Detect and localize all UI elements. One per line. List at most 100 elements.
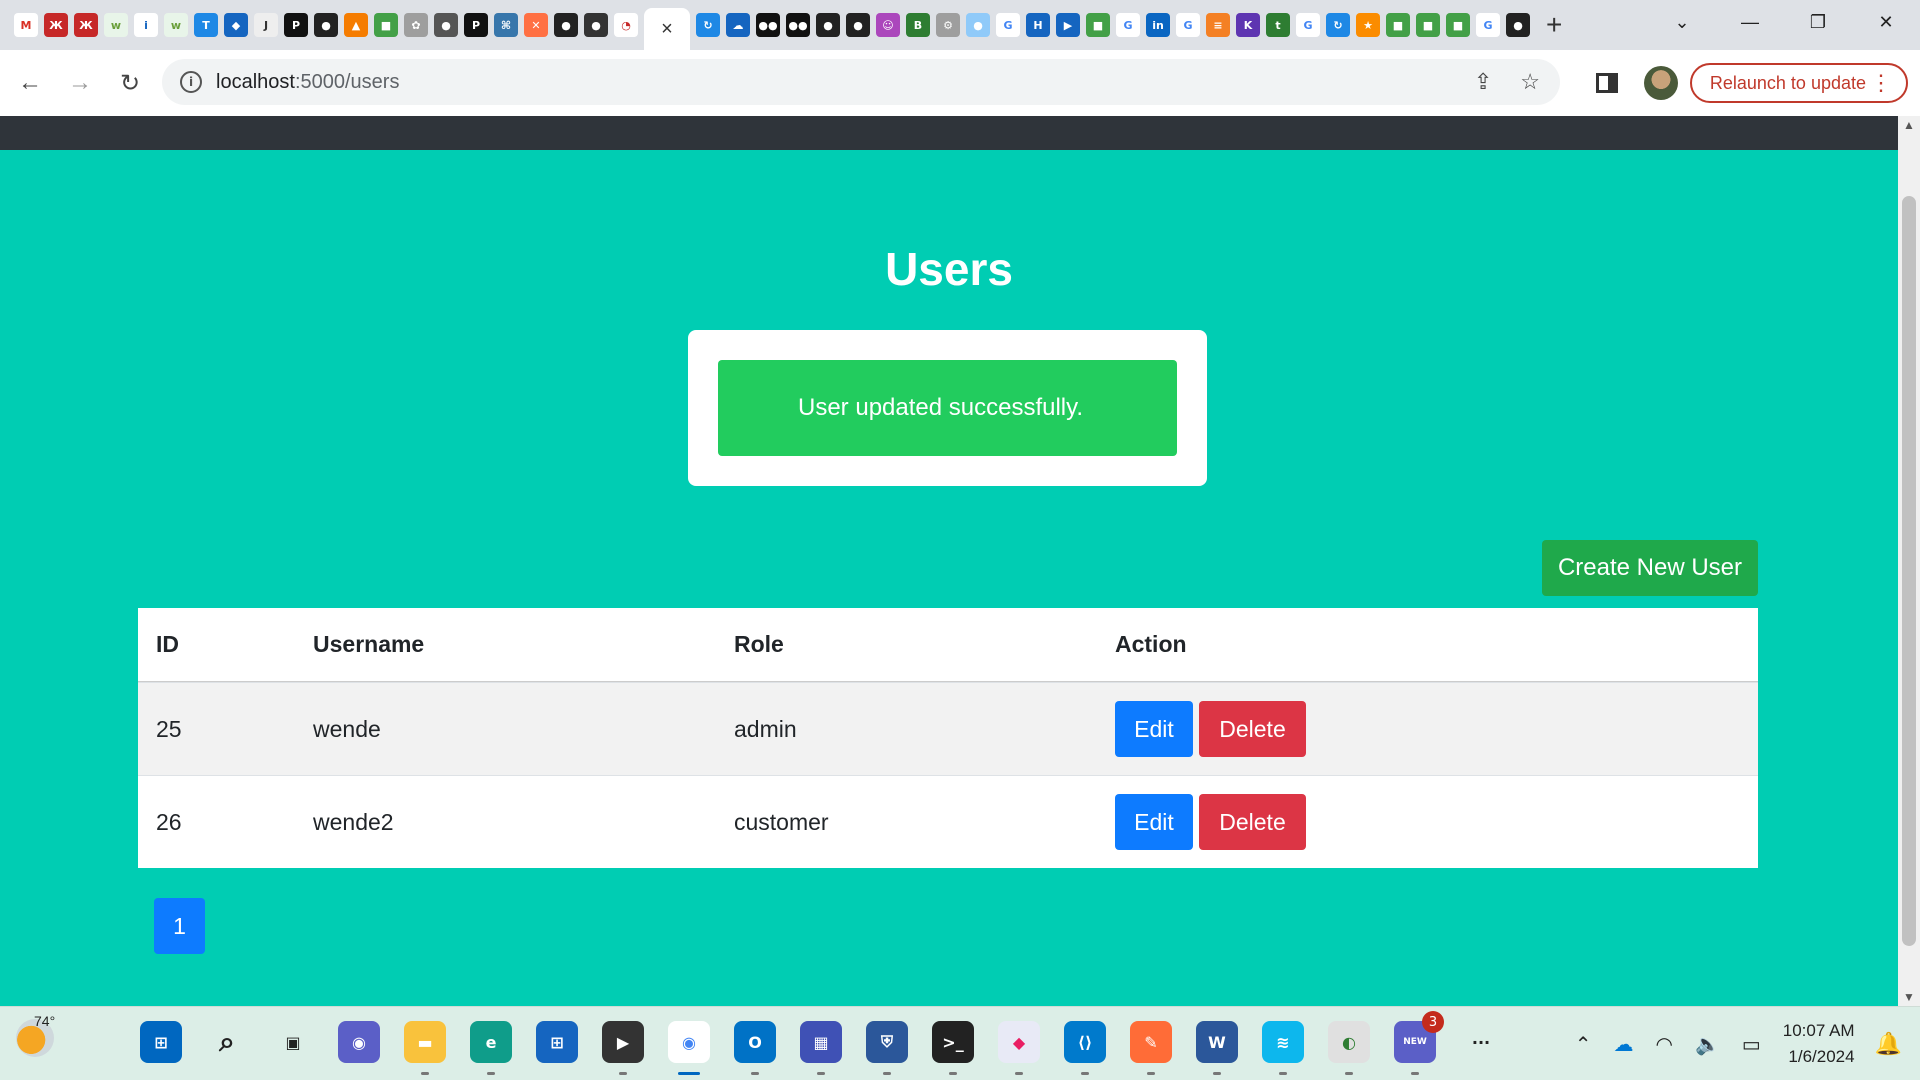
- sheets-icon[interactable]: ■: [1386, 13, 1410, 37]
- file-explorer-icon[interactable]: ▬: [404, 1021, 446, 1075]
- share-icon[interactable]: ⇪: [1474, 69, 1492, 95]
- chat-icon[interactable]: ◉: [338, 1021, 380, 1063]
- medium-icon[interactable]: ●●: [786, 13, 810, 37]
- location-icon[interactable]: ●: [966, 13, 990, 37]
- restore-icon[interactable]: ❐: [1784, 12, 1852, 33]
- tab-favicon-icon[interactable]: K: [1236, 13, 1260, 37]
- terminal-app-icon[interactable]: ▶: [602, 1021, 644, 1075]
- tab-favicon-icon[interactable]: ●: [434, 13, 458, 37]
- tab-favicon-icon[interactable]: ●: [584, 13, 608, 37]
- volume-icon[interactable]: 🔈: [1695, 1032, 1720, 1057]
- compass-icon[interactable]: ◐: [1328, 1021, 1370, 1075]
- page-scrollbar[interactable]: ▲ ▼: [1898, 116, 1920, 1006]
- tab-favicon-icon[interactable]: ✕: [524, 13, 548, 37]
- postman-icon[interactable]: ✎: [1130, 1021, 1172, 1075]
- onedrive-icon[interactable]: ☁: [1614, 1032, 1634, 1057]
- profile-avatar[interactable]: [1643, 66, 1678, 100]
- task-view-icon[interactable]: ▣: [272, 1021, 314, 1063]
- relaunch-button[interactable]: Relaunch to update ⋮: [1689, 63, 1908, 103]
- delete-button[interactable]: Delete: [1199, 794, 1306, 850]
- word-icon[interactable]: W: [1196, 1021, 1238, 1075]
- tab-favicon-icon[interactable]: ↻: [696, 13, 720, 37]
- tab-favicon-icon[interactable]: ◔: [614, 13, 638, 37]
- scrollbar-thumb[interactable]: [1902, 196, 1916, 946]
- linkedin-icon[interactable]: in: [1146, 13, 1170, 37]
- edge-icon[interactable]: e: [470, 1021, 512, 1075]
- remote-desktop-icon[interactable]: ▦: [800, 1021, 842, 1075]
- tab-favicon-icon[interactable]: P: [464, 13, 488, 37]
- google-icon[interactable]: G: [1116, 13, 1140, 37]
- terminal-icon[interactable]: >_: [932, 1021, 974, 1075]
- url-text[interactable]: localhost:5000/users: [216, 71, 399, 94]
- github-icon[interactable]: ●: [816, 13, 840, 37]
- meet-icon[interactable]: ■: [374, 13, 398, 37]
- medium-icon[interactable]: ●●: [756, 13, 780, 37]
- google-icon[interactable]: G: [996, 13, 1020, 37]
- vpn-shield-icon[interactable]: ⛨: [866, 1021, 908, 1075]
- google-icon[interactable]: G: [1176, 13, 1200, 37]
- stackoverflow-icon[interactable]: ≡: [1206, 13, 1230, 37]
- vscode-icon[interactable]: ⟨⟩: [1064, 1021, 1106, 1075]
- diamond-icon[interactable]: ◆: [224, 13, 248, 37]
- active-tab[interactable]: ×: [644, 8, 690, 50]
- close-window-icon[interactable]: ✕: [1852, 12, 1920, 33]
- star-icon[interactable]: ★: [1356, 13, 1380, 37]
- edit-button[interactable]: Edit: [1115, 701, 1193, 757]
- tab-favicon-icon[interactable]: t: [1266, 13, 1290, 37]
- tab-favicon-icon[interactable]: T: [194, 13, 218, 37]
- side-panel-icon[interactable]: [1595, 73, 1618, 93]
- docker-icon[interactable]: ≋: [1262, 1021, 1304, 1075]
- delete-button[interactable]: Delete: [1199, 701, 1306, 757]
- edit-button[interactable]: Edit: [1115, 794, 1193, 850]
- tab-favicon-icon[interactable]: Ж: [44, 13, 68, 37]
- scroll-down-icon[interactable]: ▼: [1903, 990, 1915, 1004]
- chevron-up-icon[interactable]: ⌃: [1575, 1032, 1592, 1057]
- info-icon[interactable]: i: [134, 13, 158, 37]
- tab-search-icon[interactable]: ⌄: [1648, 12, 1716, 33]
- google-icon[interactable]: G: [1476, 13, 1500, 37]
- search-icon[interactable]: ⌕: [206, 1021, 248, 1063]
- battery-icon[interactable]: ▭: [1742, 1032, 1761, 1057]
- tab-favicon-icon[interactable]: ↻: [1326, 13, 1350, 37]
- tab-favicon-icon[interactable]: P: [284, 13, 308, 37]
- github-icon[interactable]: ●: [314, 13, 338, 37]
- tab-favicon-icon[interactable]: J: [254, 13, 278, 37]
- forward-icon[interactable]: →: [60, 63, 100, 103]
- tab-favicon-icon[interactable]: H: [1026, 13, 1050, 37]
- github-icon[interactable]: ●: [1506, 13, 1530, 37]
- bookmark-star-icon[interactable]: ☆: [1520, 69, 1540, 95]
- openai-icon[interactable]: ✿: [404, 13, 428, 37]
- wifi-icon[interactable]: ◠: [1656, 1032, 1673, 1057]
- github-icon[interactable]: ●: [846, 13, 870, 37]
- back-icon[interactable]: ←: [10, 63, 50, 103]
- tab-favicon-icon[interactable]: ▲: [344, 13, 368, 37]
- sheets-icon[interactable]: ■: [1416, 13, 1440, 37]
- pagination-page-button[interactable]: 1: [154, 898, 205, 954]
- chrome-icon[interactable]: ◉: [668, 1021, 710, 1075]
- tab-favicon-icon[interactable]: w: [164, 13, 188, 37]
- new-tab-button[interactable]: +: [1546, 9, 1562, 41]
- git-kraken-icon[interactable]: ◆: [998, 1021, 1040, 1075]
- tab-favicon-icon[interactable]: ⚙: [936, 13, 960, 37]
- outlook-icon[interactable]: O: [734, 1021, 776, 1075]
- google-icon[interactable]: G: [1296, 13, 1320, 37]
- cloud-icon[interactable]: ☁: [726, 13, 750, 37]
- clock[interactable]: 10:07 AM 1/6/2024: [1783, 1018, 1855, 1070]
- tab-favicon-icon[interactable]: w: [104, 13, 128, 37]
- gmail-icon[interactable]: M: [14, 13, 38, 37]
- address-bar[interactable]: i localhost:5000/users ⇪ ☆: [162, 59, 1560, 105]
- tab-favicon-icon[interactable]: ☺: [876, 13, 900, 37]
- scroll-up-icon[interactable]: ▲: [1903, 118, 1915, 132]
- more-apps-icon[interactable]: ···: [1460, 1021, 1502, 1063]
- notification-bell-icon[interactable]: 🔔: [1875, 1031, 1902, 1057]
- sheets-icon[interactable]: ■: [1446, 13, 1470, 37]
- python-icon[interactable]: ⌘: [494, 13, 518, 37]
- tab-favicon-icon[interactable]: Ж: [74, 13, 98, 37]
- site-info-icon[interactable]: i: [180, 71, 202, 93]
- teams-icon[interactable]: NEW 3: [1394, 1011, 1444, 1075]
- play-icon[interactable]: ▶: [1056, 13, 1080, 37]
- base64-icon[interactable]: B: [906, 13, 930, 37]
- close-icon[interactable]: ×: [661, 18, 673, 41]
- create-user-button[interactable]: Create New User: [1542, 540, 1758, 596]
- store-icon[interactable]: ⊞: [536, 1021, 578, 1063]
